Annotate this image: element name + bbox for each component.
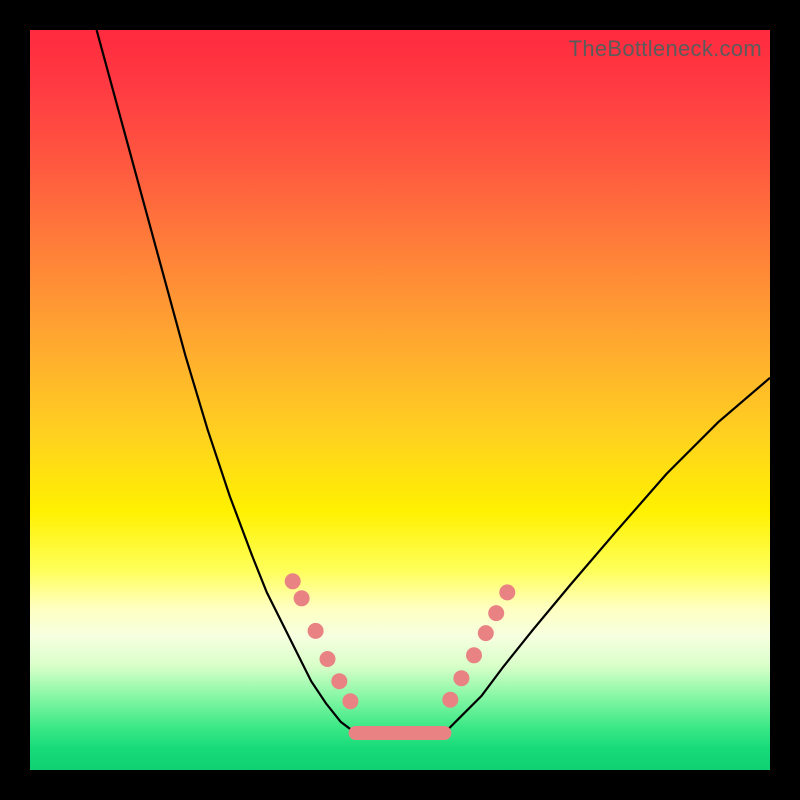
data-marker <box>308 623 324 639</box>
plot-area: TheBottleneck.com <box>30 30 770 770</box>
data-marker <box>331 673 347 689</box>
data-marker <box>478 625 494 641</box>
data-marker <box>294 590 310 606</box>
data-marker <box>442 692 458 708</box>
data-marker <box>453 670 469 686</box>
curve-right-curve <box>444 378 770 733</box>
chart-svg <box>30 30 770 770</box>
data-marker <box>466 647 482 663</box>
data-marker <box>488 605 504 621</box>
data-marker <box>499 584 515 600</box>
data-marker <box>342 693 358 709</box>
chart-frame: TheBottleneck.com <box>0 0 800 800</box>
data-marker <box>320 651 336 667</box>
data-marker <box>285 573 301 589</box>
